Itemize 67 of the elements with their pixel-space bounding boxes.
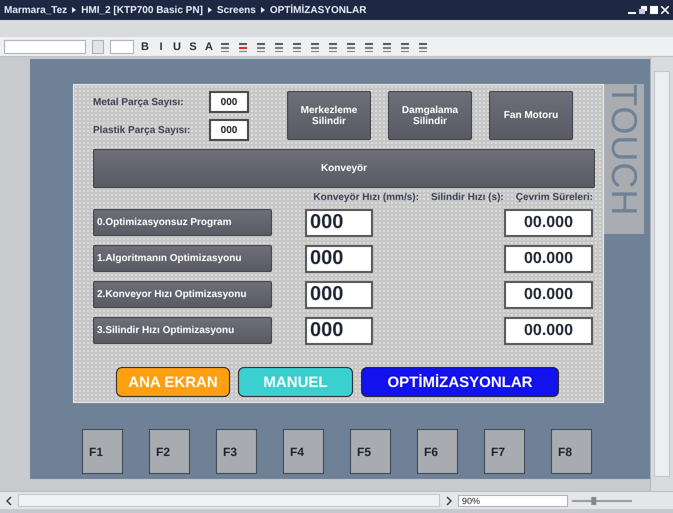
- program-button[interactable]: 3.Silindir Hızı Optimizasyonu: [93, 317, 272, 344]
- brand-label: TOUCH: [604, 84, 644, 216]
- counter-field: 000: [209, 119, 249, 141]
- speed-field: 000: [305, 316, 373, 344]
- restore-icon[interactable]: [639, 6, 647, 14]
- toolbar-icon[interactable]: [364, 40, 376, 52]
- breadcrumb[interactable]: OPTİMİZASYONLAR: [270, 4, 366, 16]
- toolbar-icon[interactable]: [346, 40, 358, 52]
- control-button[interactable]: Merkezleme Silindir: [287, 91, 371, 140]
- function-key[interactable]: F5: [350, 429, 391, 474]
- cycle-time-field: 00.000: [504, 208, 593, 236]
- column-header: Konveyör Hızı (mm/s):: [313, 192, 419, 205]
- toolbar-icon[interactable]: [328, 40, 340, 52]
- speed-field: 000: [305, 208, 373, 236]
- function-key[interactable]: F4: [283, 429, 324, 474]
- toolbar-icon[interactable]: [238, 40, 250, 52]
- breadcrumb-separator-icon: [208, 7, 212, 13]
- conveyor-button[interactable]: Konveyör: [93, 149, 595, 188]
- breadcrumb[interactable]: Screens: [216, 4, 256, 16]
- function-key[interactable]: F8: [551, 429, 592, 474]
- toolbar-icon[interactable]: [292, 40, 304, 52]
- font-field[interactable]: [4, 40, 86, 54]
- nav-button[interactable]: OPTİMİZASYONLAR: [361, 367, 559, 397]
- counter-label: Metal Parça Sayısı:: [93, 96, 185, 108]
- horizontal-scrollbar[interactable]: [18, 494, 440, 507]
- program-button[interactable]: 0.Optimizasyonsuz Program: [93, 209, 272, 236]
- format-button[interactable]: A: [204, 40, 214, 52]
- function-key[interactable]: F6: [417, 429, 458, 474]
- zoom-field[interactable]: 90%: [458, 494, 568, 506]
- counter-field: 000: [209, 91, 249, 113]
- counter-label: Plastik Parça Sayısı:: [93, 124, 192, 136]
- control-button[interactable]: Fan Motoru: [489, 91, 573, 140]
- breadcrumb-separator-icon: [72, 7, 76, 13]
- cycle-time-field: 00.000: [504, 244, 593, 272]
- cycle-time-field: 00.000: [504, 280, 593, 308]
- function-key[interactable]: F3: [216, 429, 257, 474]
- column-header: Silindir Hızı (s):: [430, 192, 504, 205]
- speed-field: 000: [305, 280, 373, 308]
- speed-field: 000: [305, 244, 373, 272]
- function-key[interactable]: F2: [149, 429, 190, 474]
- scroll-right-icon[interactable]: [444, 494, 454, 506]
- breadcrumb-separator-icon: [260, 7, 265, 13]
- cycle-time-field: 00.000: [504, 316, 593, 344]
- toolbar-icon[interactable]: [256, 40, 268, 52]
- program-button[interactable]: 2.Konveyor Hızı Optimizasyonu: [93, 281, 272, 308]
- program-button[interactable]: 1.Algoritmanın Optimizasyonu: [93, 245, 272, 272]
- breadcrumb[interactable]: Marmara_Tez: [4, 4, 68, 16]
- font-size-field[interactable]: [110, 40, 134, 54]
- toolbar-icon[interactable]: [310, 40, 322, 52]
- vertical-scrollbar[interactable]: [650, 57, 673, 491]
- zoom-slider[interactable]: [572, 496, 632, 504]
- toolbar-icon[interactable]: [418, 40, 430, 52]
- toolbar-icon[interactable]: [382, 40, 394, 52]
- column-header: Çevrim Süreleri:: [516, 192, 593, 205]
- breadcrumb[interactable]: HMI_2 [KTP700 Basic PN]: [81, 4, 203, 16]
- format-button[interactable]: U: [172, 40, 182, 52]
- format-button[interactable]: B: [140, 40, 150, 52]
- format-button[interactable]: S: [188, 40, 198, 52]
- close-icon[interactable]: [661, 6, 669, 14]
- function-key[interactable]: F1: [82, 429, 123, 474]
- toolbar-icon[interactable]: [274, 40, 286, 52]
- toolbar-icon[interactable]: [220, 40, 232, 52]
- function-key[interactable]: F7: [484, 429, 525, 474]
- scroll-left-icon[interactable]: [4, 494, 14, 506]
- control-button[interactable]: Damgalama Silindir: [388, 91, 472, 140]
- format-button[interactable]: I: [156, 40, 166, 52]
- toolbar-icon[interactable]: [400, 40, 412, 52]
